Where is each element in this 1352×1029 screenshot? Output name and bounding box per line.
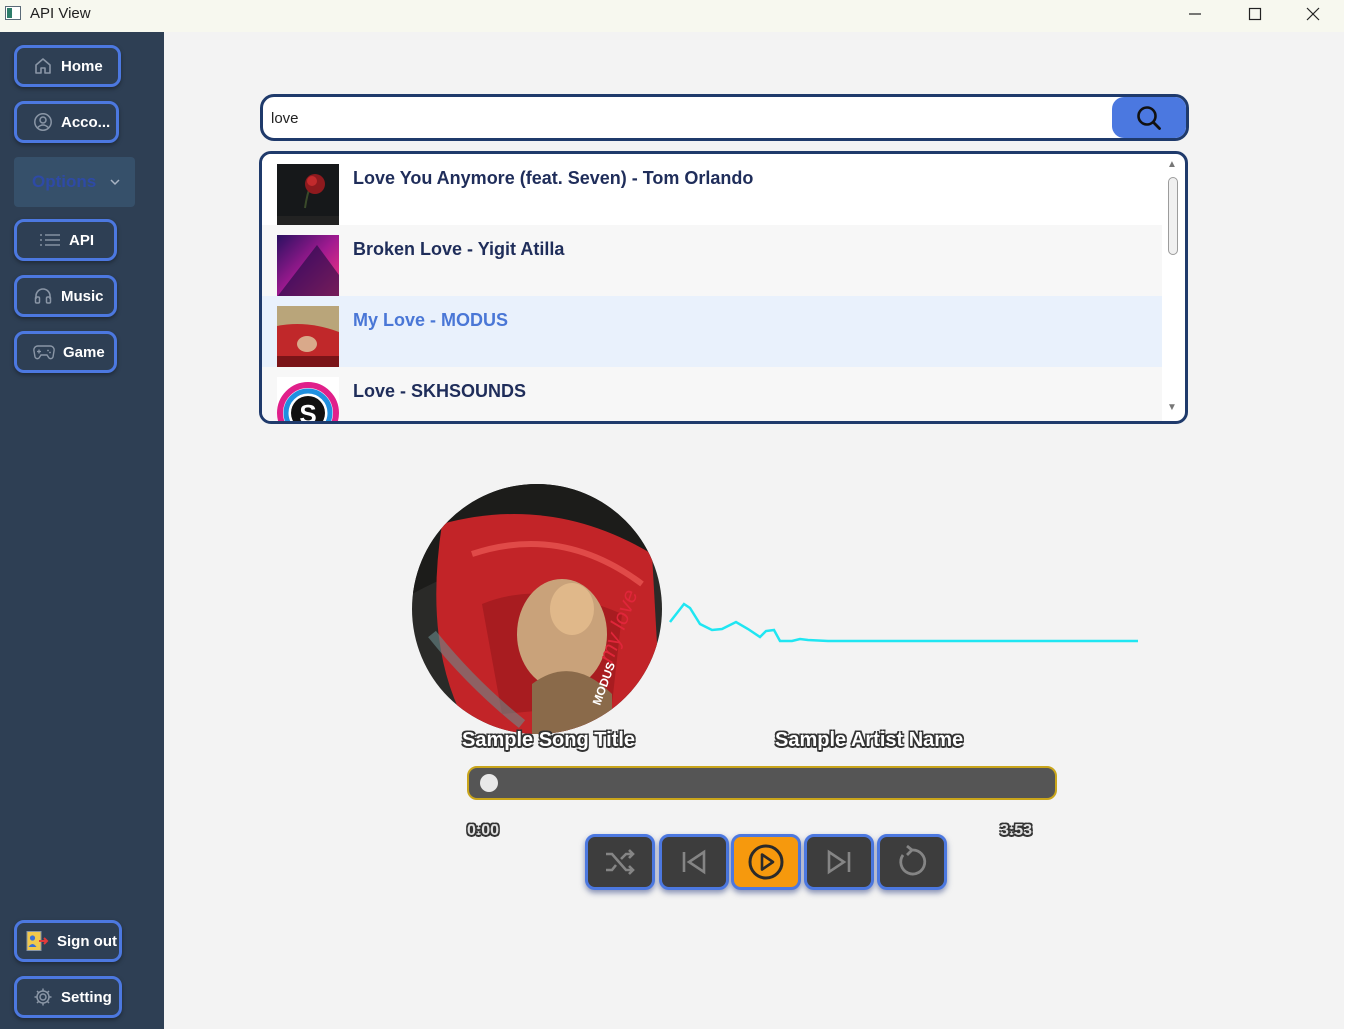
minimize-button[interactable] bbox=[1172, 0, 1218, 28]
scroll-up-icon[interactable]: ▲ bbox=[1167, 159, 1177, 170]
search-results-list: Love You Anymore (feat. Seven) - Tom Orl… bbox=[259, 151, 1188, 424]
app-icon bbox=[5, 6, 21, 20]
song-label: Broken Love - Yigit Atilla bbox=[353, 239, 565, 259]
album-thumbnail: S bbox=[277, 377, 339, 424]
game-button[interactable]: Game bbox=[14, 331, 117, 373]
skip-previous-icon bbox=[682, 849, 706, 875]
repeat-button[interactable] bbox=[877, 834, 947, 890]
home-label: Home bbox=[61, 57, 103, 75]
list-item[interactable]: Broken Love - Yigit Atilla bbox=[262, 225, 1162, 297]
list-icon bbox=[40, 234, 60, 246]
minimize-icon bbox=[1189, 13, 1201, 15]
svg-text:S: S bbox=[299, 399, 316, 424]
play-button[interactable] bbox=[731, 834, 801, 890]
search-input[interactable] bbox=[263, 97, 1123, 138]
options-label: Options bbox=[32, 172, 97, 191]
previous-button[interactable] bbox=[659, 834, 729, 890]
song-label: Love You Anymore (feat. Seven) - Tom Orl… bbox=[353, 168, 754, 188]
next-button[interactable] bbox=[804, 834, 874, 890]
repeat-icon bbox=[899, 845, 927, 876]
api-button[interactable]: API bbox=[14, 219, 117, 261]
headphones-icon bbox=[34, 288, 52, 304]
sign-out-button[interactable]: Sign out bbox=[14, 920, 122, 962]
scroll-thumb[interactable] bbox=[1168, 177, 1178, 255]
game-label: Game bbox=[63, 343, 105, 361]
results-scrollbar[interactable]: ▲ ▼ bbox=[1165, 159, 1181, 417]
search-bar bbox=[260, 94, 1189, 141]
chevron-down-icon bbox=[110, 179, 120, 186]
sign-out-label: Sign out bbox=[57, 932, 117, 950]
album-thumbnail bbox=[277, 235, 339, 297]
skip-next-icon bbox=[827, 849, 851, 875]
album-thumbnail bbox=[277, 306, 339, 368]
album-art: my love MODUS bbox=[412, 484, 662, 734]
shuffle-button[interactable] bbox=[585, 834, 655, 890]
list-item-selected[interactable]: My Love - MODUS bbox=[262, 296, 1162, 368]
api-label: API bbox=[69, 231, 95, 249]
user-circle-icon bbox=[34, 113, 52, 131]
account-button[interactable]: Acco... bbox=[14, 101, 119, 143]
current-time: 0:00 bbox=[467, 822, 500, 839]
search-icon bbox=[1137, 105, 1161, 130]
progress-knob[interactable] bbox=[480, 774, 498, 792]
home-icon bbox=[35, 58, 51, 74]
window-edge bbox=[1344, 0, 1352, 1029]
list-item[interactable]: Love You Anymore (feat. Seven) - Tom Orl… bbox=[262, 154, 1162, 226]
list-item[interactable]: S Love - SKHSOUNDS bbox=[262, 367, 1162, 424]
setting-label: Setting bbox=[61, 988, 112, 1006]
maximize-button[interactable] bbox=[1232, 0, 1278, 28]
sign-out-icon bbox=[26, 931, 49, 951]
options-dropdown[interactable]: Options bbox=[14, 157, 135, 207]
progress-slider[interactable] bbox=[467, 766, 1057, 800]
close-button[interactable] bbox=[1290, 0, 1336, 28]
song-label: Love - SKHSOUNDS bbox=[353, 381, 527, 401]
title-bar: API View bbox=[0, 0, 1344, 32]
audio-waveform bbox=[669, 602, 1138, 643]
gear-icon bbox=[34, 988, 52, 1006]
main-panel: Love You Anymore (feat. Seven) - Tom Orl… bbox=[164, 32, 1344, 1029]
song-title: Sample Song Title bbox=[462, 729, 635, 751]
album-thumbnail bbox=[277, 164, 339, 226]
setting-button[interactable]: Setting bbox=[14, 976, 122, 1018]
sidebar: Home Acco... Options API Music Game Sign… bbox=[0, 32, 164, 1029]
shuffle-icon bbox=[606, 849, 635, 875]
artist-name: Sample Artist Name bbox=[775, 729, 964, 751]
maximize-icon bbox=[1248, 7, 1262, 21]
home-button[interactable]: Home bbox=[14, 45, 121, 87]
close-icon bbox=[1306, 7, 1320, 21]
total-time: 3:53 bbox=[1000, 822, 1033, 839]
music-label: Music bbox=[61, 287, 104, 305]
search-button[interactable] bbox=[1112, 97, 1186, 138]
play-circle-icon bbox=[748, 844, 784, 880]
song-label: My Love - MODUS bbox=[353, 310, 509, 330]
account-label: Acco... bbox=[61, 113, 111, 131]
scroll-down-icon[interactable]: ▼ bbox=[1167, 402, 1177, 413]
window-title: API View bbox=[30, 5, 91, 22]
gamepad-icon bbox=[33, 345, 55, 360]
music-button[interactable]: Music bbox=[14, 275, 117, 317]
